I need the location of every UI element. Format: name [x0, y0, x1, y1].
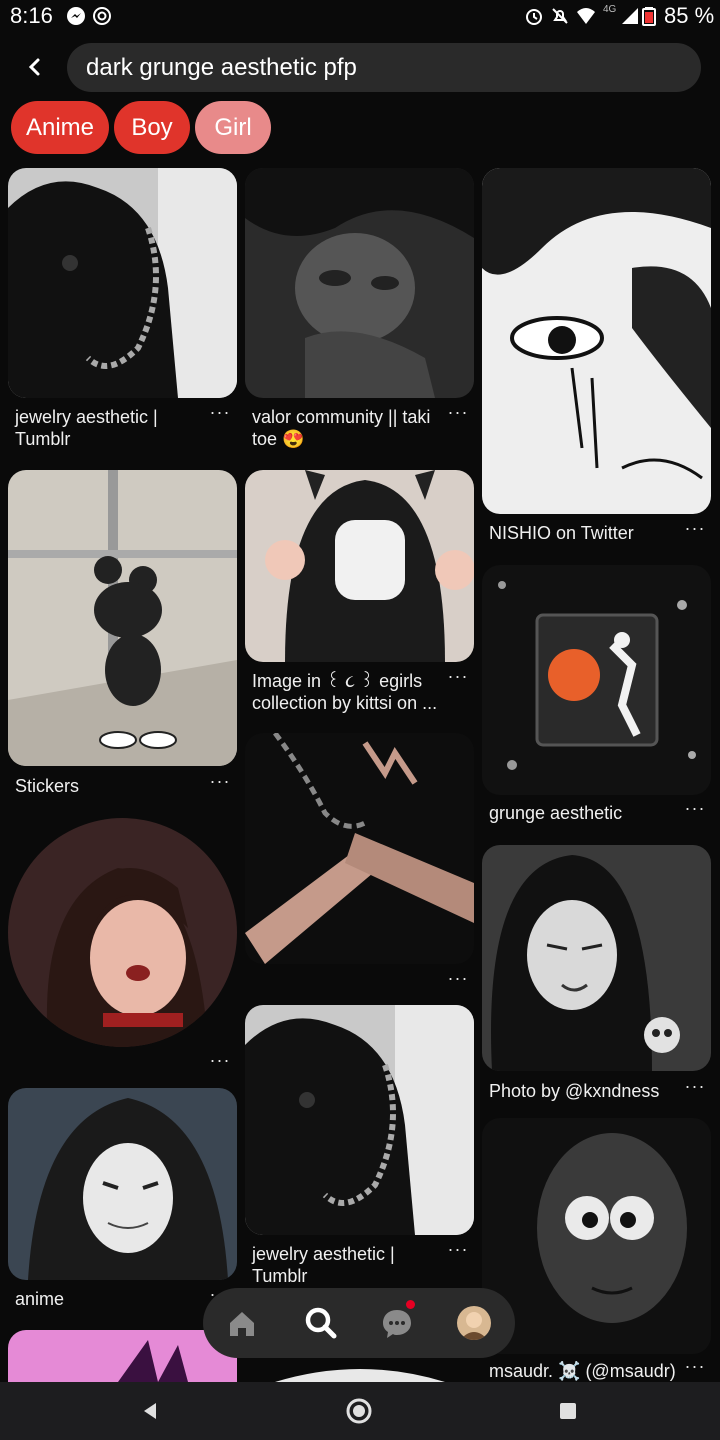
pin-more-button[interactable]: ··· — [208, 1050, 232, 1071]
pin-image-black-cat-chain-2[interactable] — [245, 1005, 474, 1235]
pin-image-masked-hood[interactable] — [8, 1088, 237, 1280]
pin-image-traffic-signal[interactable] — [482, 565, 711, 795]
pin-more-button[interactable]: ··· — [683, 1076, 707, 1097]
messages-button[interactable] — [377, 1300, 417, 1343]
chevron-left-icon — [28, 58, 40, 76]
pin-caption: jewelry aesthetic | Tumblr — [252, 1244, 395, 1286]
pin-image-manga-boy-cat[interactable] — [245, 168, 474, 398]
pin-caption: Stickers — [15, 776, 80, 796]
pin-caption: Photo by @kxndness — [489, 1081, 660, 1101]
chip-label: Anime — [25, 113, 95, 141]
pin-caption: jewelry aesthetic | Tumblr — [15, 407, 158, 449]
network-label: 4G — [603, 4, 617, 15]
pin-more-button[interactable]: ··· — [683, 1356, 707, 1377]
home-button[interactable] — [222, 1303, 262, 1343]
pin-more-button[interactable]: ··· — [446, 968, 470, 989]
pin-more-button[interactable]: ··· — [446, 666, 470, 687]
pin-image-partial-bottom[interactable] — [245, 1356, 474, 1382]
system-home-button[interactable] — [345, 1397, 373, 1430]
pin-caption: grunge aesthetic — [489, 803, 623, 823]
pin-image-chained-hands[interactable] — [245, 733, 474, 964]
messages-icon — [383, 1310, 411, 1338]
home-icon — [230, 1312, 254, 1336]
pin-caption: NISHIO on Twitter — [489, 523, 634, 543]
chip-anime[interactable]: Anime — [11, 101, 109, 154]
search-icon — [305, 1307, 337, 1339]
back-triangle-icon — [144, 1403, 156, 1419]
chip-label: Girl — [214, 113, 252, 141]
status-time: 8:16 — [10, 3, 53, 28]
alarm-icon — [524, 6, 544, 26]
pin-image-anime-girl-circle[interactable] — [8, 818, 237, 1047]
chip-label: Boy — [131, 113, 173, 141]
mute-icon — [550, 6, 570, 26]
pin-image-creepy-face[interactable] — [482, 1118, 711, 1354]
pin-caption: msaudr. ☠️ (@msaudr) — [489, 1361, 676, 1381]
profile-avatar[interactable] — [457, 1306, 491, 1340]
pin-image-manga-crying[interactable] — [482, 168, 711, 514]
pin-more-button[interactable]: ··· — [446, 402, 470, 423]
pin-more-button[interactable]: ··· — [208, 402, 232, 423]
system-back-button[interactable] — [140, 1401, 160, 1426]
chip-girl[interactable]: Girl — [195, 101, 271, 154]
pin-image-pink-partial[interactable] — [8, 1330, 237, 1382]
pin-image-black-cat-chain[interactable] — [8, 168, 237, 398]
chip-boy[interactable]: Boy — [114, 101, 190, 154]
search-input[interactable]: dark grunge aesthetic pfp — [67, 43, 701, 92]
pin-caption: Image in ꒰ ૮ ꒱ egirls collection by kitt… — [252, 671, 438, 713]
search-button[interactable] — [301, 1303, 341, 1343]
pin-more-button[interactable]: ··· — [208, 771, 232, 792]
pin-caption: valor community || taki toe 😍 — [252, 407, 431, 449]
pin-image-mickey-sketch[interactable] — [8, 470, 237, 766]
battery-icon — [642, 6, 656, 26]
pin-more-button[interactable]: ··· — [683, 518, 707, 539]
battery-percent: 85 % — [664, 3, 715, 28]
signal-icon — [620, 6, 640, 26]
pin-image-anime-girl-skull[interactable] — [482, 845, 711, 1071]
search-query: dark grunge aesthetic pfp — [86, 54, 357, 81]
home-circle-icon — [346, 1398, 372, 1424]
pin-caption: anime — [15, 1289, 65, 1309]
pin-image-masked-girl[interactable] — [245, 470, 474, 662]
camera-app-icon — [92, 6, 112, 26]
pin-more-button[interactable]: ··· — [683, 798, 707, 819]
pin-more-button[interactable]: ··· — [446, 1239, 470, 1260]
notification-dot — [406, 1300, 415, 1309]
back-button[interactable] — [22, 52, 50, 82]
recents-square-icon — [560, 1403, 576, 1419]
system-recents-button[interactable] — [559, 1402, 577, 1425]
messenger-icon — [66, 6, 86, 26]
status-bar: 8:16 4G 85 % — [0, 0, 720, 34]
system-nav-bar — [0, 1382, 720, 1440]
wifi-icon — [576, 6, 596, 26]
